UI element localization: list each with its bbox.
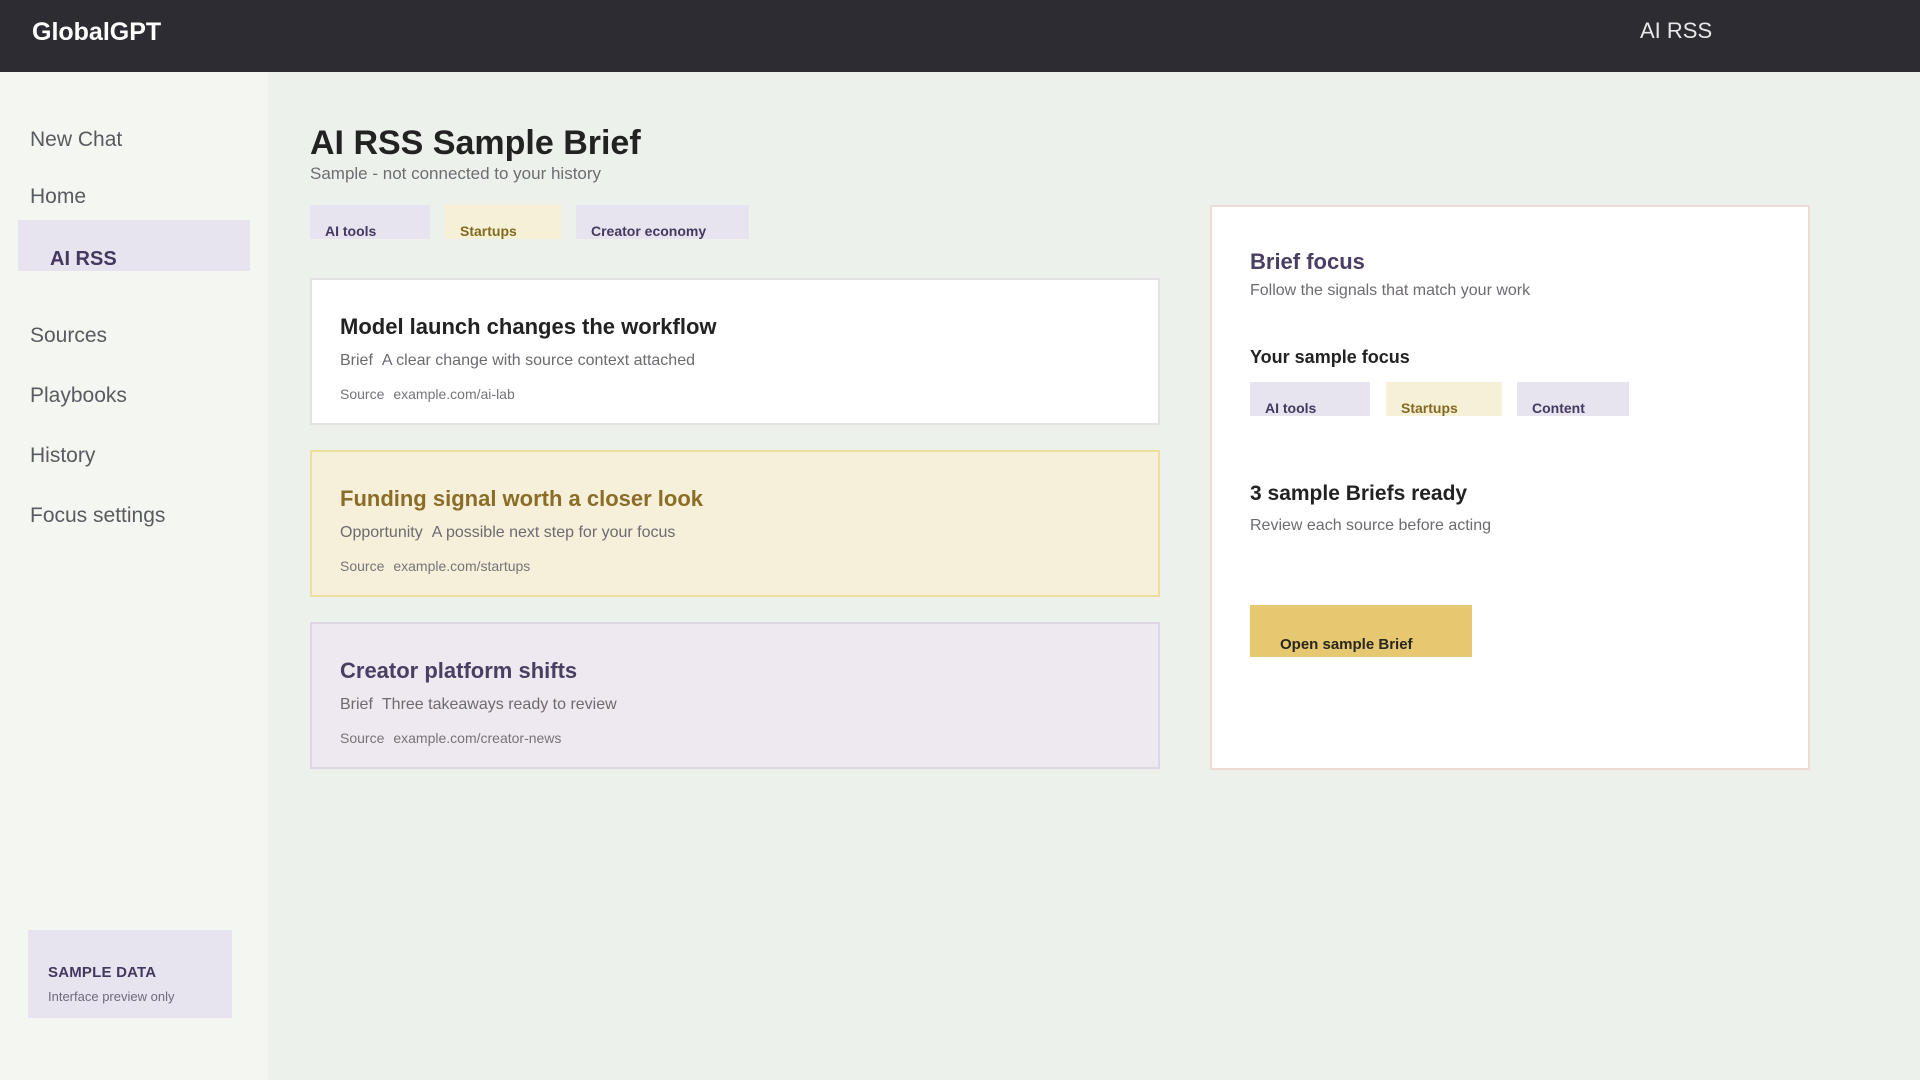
sample-data-badge: SAMPLE DATA Interface preview only <box>28 930 232 1018</box>
brief-card-description: Brief Three takeaways ready to review <box>340 696 617 713</box>
brief-focus-panel: Brief focus Follow the signals that matc… <box>1210 205 1810 770</box>
focus-heading: Your sample focus <box>1250 347 1410 367</box>
sample-data-title: SAMPLE DATA <box>48 964 157 981</box>
sidebar-item-history[interactable]: History <box>30 444 95 468</box>
tag-ai-tools[interactable]: AI tools <box>310 205 430 239</box>
brief-card[interactable]: Model launch changes the workflow Brief A… <box>310 278 1160 425</box>
brief-card-description: Brief A clear change with source context … <box>340 352 695 369</box>
sidebar-item-playbooks[interactable]: Playbooks <box>30 384 127 408</box>
tag-creator-economy[interactable]: Creator economy <box>576 205 749 239</box>
brief-card-source: Source example.com/creator-news <box>340 730 562 746</box>
opportunity-card[interactable]: Funding signal worth a closer look Oppor… <box>310 450 1160 597</box>
sidebar-item-focus-settings[interactable]: Focus settings <box>30 504 165 528</box>
briefs-count: 3 sample Briefs ready <box>1250 482 1468 505</box>
top-bar: GlobalGPT AI RSS <box>0 0 1920 72</box>
panel-note: Review each source before acting <box>1250 517 1492 534</box>
focus-tag-content[interactable]: Content <box>1517 382 1629 416</box>
panel-title: Brief focus <box>1250 249 1365 274</box>
sidebar-item-home[interactable]: Home <box>30 185 86 209</box>
sidebar: New Chat Home AI RSS Sources Playbooks H… <box>0 72 268 1080</box>
focus-tag-ai-tools[interactable]: AI tools <box>1250 382 1370 416</box>
source-link[interactable]: example.com/startups <box>393 558 530 574</box>
source-link[interactable]: example.com/ai-lab <box>393 386 514 402</box>
top-nav-ai-rss[interactable]: AI RSS <box>1640 18 1712 44</box>
page-subtitle: Sample - not connected to your history <box>310 164 602 183</box>
brief-card-title[interactable]: Model launch changes the workflow <box>340 314 1158 340</box>
open-sample-brief-button[interactable]: Open sample Brief <box>1250 605 1472 657</box>
panel-subtitle: Follow the signals that match your work <box>1250 282 1531 299</box>
focus-tag-startups[interactable]: Startups <box>1386 382 1502 416</box>
tag-startups[interactable]: Startups <box>445 205 561 239</box>
brief-card[interactable]: Creator platform shifts Brief Three takea… <box>310 622 1160 769</box>
sidebar-item-ai-rss[interactable]: AI RSS <box>18 220 250 271</box>
opportunity-card-description: Opportunity A possible next step for your… <box>340 524 676 541</box>
opportunity-card-source: Source example.com/startups <box>340 558 531 574</box>
brief-card-type: Brief <box>340 696 373 713</box>
brief-card-title[interactable]: Creator platform shifts <box>340 658 1158 684</box>
source-link[interactable]: example.com/creator-news <box>393 730 561 746</box>
brief-card-type: Brief <box>340 352 373 369</box>
opportunity-card-type: Opportunity <box>340 524 423 541</box>
brief-card-source: Source example.com/ai-lab <box>340 386 515 402</box>
opportunity-card-title[interactable]: Funding signal worth a closer look <box>340 486 1158 512</box>
brand-logo[interactable]: GlobalGPT <box>32 18 161 47</box>
sidebar-item-sources[interactable]: Sources <box>30 324 107 348</box>
page-title: AI RSS Sample Brief <box>310 124 641 162</box>
sidebar-item-new-chat[interactable]: New Chat <box>30 128 122 152</box>
sample-data-subtitle: Interface preview only <box>48 989 175 1004</box>
